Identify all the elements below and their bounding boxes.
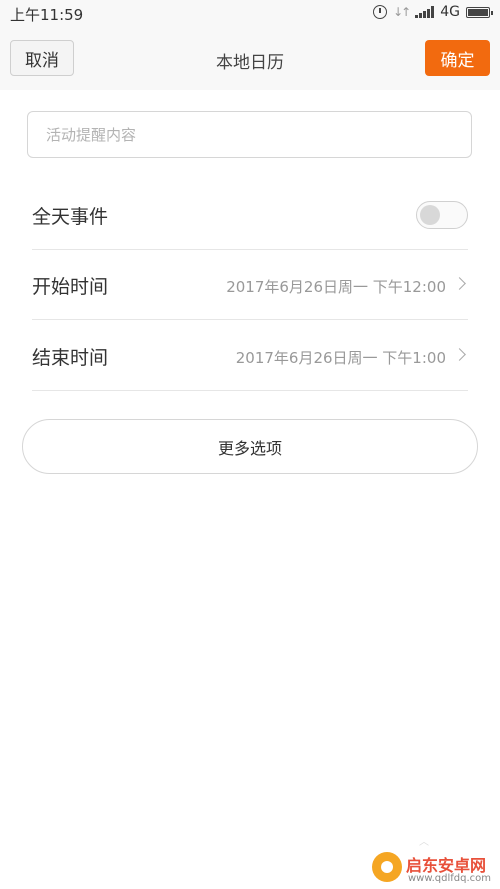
start-time-value: 2017年6月26日周一 下午12:00 (226, 278, 446, 296)
chevron-right-icon (453, 348, 466, 361)
title-bar: 取消 本地日历 确定 (0, 28, 500, 90)
alarm-icon (373, 5, 388, 19)
swipe-hint-icon: ︿ (419, 837, 429, 848)
end-time-label: 结束时间 (32, 347, 109, 369)
chevron-right-icon (453, 277, 466, 290)
start-time-label: 开始时间 (32, 276, 109, 298)
all-day-toggle[interactable] (416, 201, 468, 229)
network-type: 4G (440, 4, 460, 20)
end-time-row[interactable]: 结束时间 2017年6月26日周一 下午1:00 (32, 321, 468, 391)
toggle-knob (420, 205, 440, 225)
status-bar: 上午11:59 ↓↑ 4G (0, 0, 500, 28)
watermark-url: www.qdlfdq.com (408, 873, 492, 884)
battery-icon (466, 6, 493, 18)
all-day-label: 全天事件 (32, 206, 109, 228)
more-options-button[interactable]: 更多选项 (22, 419, 478, 474)
all-day-row: 全天事件 (32, 180, 468, 250)
watermark: 启东安卓网 www.qdlfdq.com (372, 852, 500, 889)
signal-icon (415, 6, 435, 18)
event-content-input[interactable] (27, 111, 472, 158)
watermark-logo-icon (372, 852, 402, 882)
confirm-button[interactable]: 确定 (425, 40, 490, 76)
start-time-row[interactable]: 开始时间 2017年6月26日周一 下午12:00 (32, 250, 468, 320)
status-time: 上午11:59 (10, 6, 84, 24)
status-icons: ↓↑ 4G (373, 4, 493, 20)
data-arrows-icon: ↓↑ (393, 5, 411, 19)
end-time-value: 2017年6月26日周一 下午1:00 (235, 349, 446, 367)
